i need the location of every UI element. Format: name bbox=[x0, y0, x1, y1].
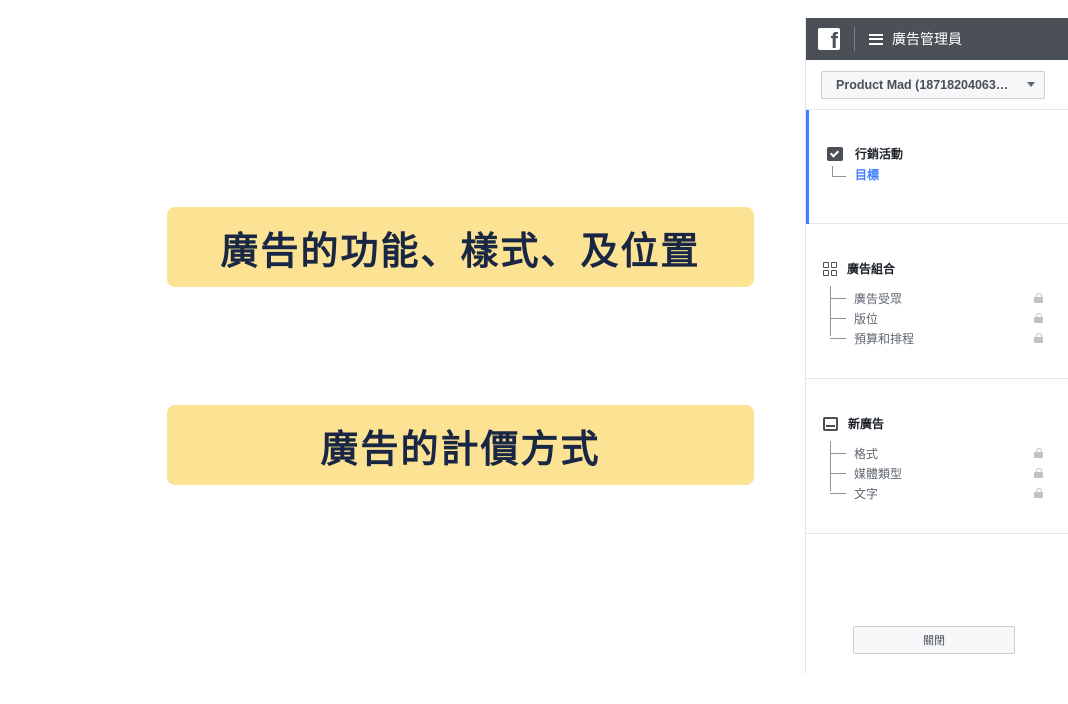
ad-section: 新廣告 格式 媒體類型 文字 bbox=[806, 379, 1068, 534]
callout-pricing-method: 廣告的計價方式 bbox=[167, 405, 754, 485]
account-selector-row: Product Mad (18718204063… bbox=[806, 60, 1068, 110]
close-button[interactable]: 關閉 bbox=[853, 626, 1015, 654]
ad-header[interactable]: 新廣告 bbox=[823, 415, 884, 432]
campaign-header[interactable]: 行銷活動 bbox=[827, 145, 903, 162]
lock-icon bbox=[1034, 333, 1043, 343]
sidebar-item-audience[interactable]: 廣告受眾 bbox=[830, 288, 1068, 308]
ad-set-header[interactable]: 廣告組合 bbox=[823, 260, 895, 277]
active-indicator bbox=[806, 110, 809, 224]
sidebar-item-label: 預算和排程 bbox=[854, 331, 915, 346]
hamburger-menu-icon[interactable] bbox=[869, 33, 883, 45]
campaign-section: 行銷活動 目標 bbox=[806, 110, 1068, 224]
account-dropdown[interactable]: Product Mad (18718204063… bbox=[821, 70, 1045, 99]
sidebar-item-label: 文字 bbox=[854, 486, 879, 501]
tree-connector bbox=[832, 166, 846, 177]
sidebar-item-label: 格式 bbox=[854, 446, 879, 461]
facebook-logo-icon[interactable]: f bbox=[818, 28, 840, 52]
ad-icon bbox=[823, 416, 838, 431]
footer-section: 關閉 bbox=[806, 534, 1068, 674]
sidebar-item-placements[interactable]: 版位 bbox=[830, 308, 1068, 328]
lock-icon bbox=[1034, 313, 1043, 323]
ads-manager-panel: f 廣告管理員 Product Mad (18718204063… 行銷活動 目… bbox=[805, 18, 1068, 674]
sidebar-item-label: 目標 bbox=[855, 168, 880, 182]
sidebar-item-format[interactable]: 格式 bbox=[830, 443, 1068, 463]
lock-icon bbox=[1034, 448, 1043, 458]
lock-icon bbox=[1034, 293, 1043, 303]
account-dropdown-value: Product Mad (18718204063… bbox=[836, 77, 1009, 92]
sidebar-item-budget-schedule[interactable]: 預算和排程 bbox=[830, 328, 1068, 348]
sidebar-item-text[interactable]: 文字 bbox=[830, 483, 1068, 503]
ad-set-label: 廣告組合 bbox=[847, 262, 896, 276]
sidebar-item-media-type[interactable]: 媒體類型 bbox=[830, 463, 1068, 483]
lock-icon bbox=[1034, 488, 1043, 498]
lock-icon bbox=[1034, 468, 1043, 478]
callout-features-styles-placement: 廣告的功能、樣式、及位置 bbox=[167, 207, 754, 287]
top-bar: f 廣告管理員 bbox=[806, 18, 1068, 60]
sidebar-item-label: 媒體類型 bbox=[854, 466, 903, 481]
divider bbox=[854, 27, 855, 51]
ad-label: 新廣告 bbox=[848, 417, 885, 431]
sidebar-item-label: 廣告受眾 bbox=[854, 291, 903, 306]
grid-icon bbox=[823, 261, 837, 276]
ad-set-section: 廣告組合 廣告受眾 版位 預算和排程 bbox=[806, 224, 1068, 379]
app-title[interactable]: 廣告管理員 bbox=[892, 29, 962, 49]
campaign-label: 行銷活動 bbox=[855, 147, 904, 161]
campaign-folder-icon bbox=[827, 146, 843, 161]
sidebar-item-objective[interactable]: 目標 bbox=[832, 166, 879, 183]
chevron-down-icon bbox=[1027, 82, 1035, 87]
sidebar-item-label: 版位 bbox=[854, 311, 879, 326]
